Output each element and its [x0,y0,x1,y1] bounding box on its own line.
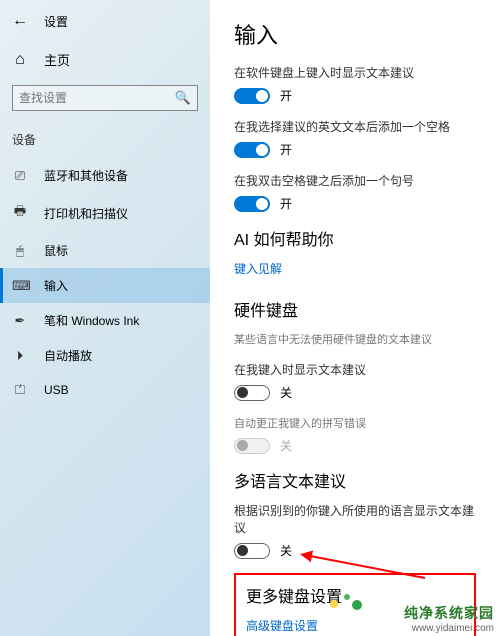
section-ai: AI 如何帮助你 [234,226,476,250]
setting-label: 在我双击空格键之后添加一个句号 [234,172,476,189]
home-icon: ⌂ [12,51,28,69]
back-button[interactable]: ← [12,12,28,30]
sidebar-item-label: 鼠标 [44,242,68,259]
setting-label: 在我选择建议的英文文本后添加一个空格 [234,118,476,135]
toggle-state-label: 开 [280,141,292,158]
toggle-period-doublespace[interactable] [234,196,270,212]
sidebar-item-label: 输入 [44,277,68,294]
setting-label: 在软件键盘上键入时显示文本建议 [234,64,476,81]
toggle-suggestions[interactable] [234,88,270,104]
link-advanced-keyboard[interactable]: 高级键盘设置 [246,617,318,634]
sidebar-item-mouse[interactable]: 🖱 鼠标 [0,233,210,268]
toggle-state-label: 开 [280,87,292,104]
sidebar-item-label: 自动播放 [44,347,92,364]
toggle-state-label: 开 [280,195,292,212]
sidebar-item-bluetooth[interactable]: ⎚ 蓝牙和其他设备 [0,158,210,193]
autoplay-icon: ⏵ [12,348,28,364]
setting-hw-autocorrect: 自动更正我键入的拼写错误 关 [234,415,476,454]
mouse-icon: 🖱 [12,243,28,259]
sidebar-item-label: 打印机和扫描仪 [44,205,128,222]
toggle-space-after[interactable] [234,142,270,158]
toggle-state-label: 关 [280,542,292,559]
setting-ml: 根据识别到的你键入所使用的语言显示文本建议 关 [234,502,476,559]
decorative-dots [330,592,370,612]
watermark: 纯净系统家园 www.yidaimei.com [404,603,494,634]
setting-label: 在我键入时显示文本建议 [234,361,476,378]
link-typing-insights[interactable]: 键入见解 [234,260,282,277]
search-icon: 🔍 [175,90,191,106]
toggle-hw-autocorrect [234,438,270,454]
search-input[interactable] [19,91,175,105]
bluetooth-icon: ⎚ [12,168,28,184]
settings-title: 设置 [44,13,68,30]
home-nav[interactable]: ⌂ 主页 [0,42,210,77]
sidebar-item-typing[interactable]: ⌨ 输入 [0,268,210,303]
usb-icon: ⏍ [12,382,28,398]
sidebar: ← 设置 ⌂ 主页 🔍 设备 ⎚ 蓝牙和其他设备 🖶 打印机和扫描仪 🖱 鼠标 … [0,0,210,636]
setting-space-after: 在我选择建议的英文文本后添加一个空格 开 [234,118,476,158]
sidebar-item-usb[interactable]: ⏍ USB [0,373,210,407]
watermark-url: www.yidaimei.com [404,623,494,634]
hw-note: 某些语言中无法使用硬件键盘的文本建议 [234,331,476,347]
toggle-state-label: 关 [280,384,292,401]
setting-label: 自动更正我键入的拼写错误 [234,415,476,431]
toggle-state-label: 关 [280,437,292,454]
sidebar-item-label: USB [44,383,69,397]
toggle-hw-suggestions[interactable] [234,385,270,401]
content-pane: 输入 在软件键盘上键入时显示文本建议 开 在我选择建议的英文文本后添加一个空格 … [210,0,500,636]
pen-icon: ✒ [12,313,28,329]
section-multilingual: 多语言文本建议 [234,468,476,492]
home-label: 主页 [44,50,70,69]
sidebar-item-pen[interactable]: ✒ 笔和 Windows Ink [0,303,210,338]
setting-suggestions: 在软件键盘上键入时显示文本建议 开 [234,64,476,104]
keyboard-icon: ⌨ [12,278,28,294]
printer-icon: 🖶 [12,202,28,224]
setting-hw-suggestions: 在我键入时显示文本建议 关 [234,361,476,401]
sidebar-item-label: 笔和 Windows Ink [44,312,139,329]
section-hardware-keyboard: 硬件键盘 [234,297,476,321]
section-header-devices: 设备 [0,125,210,154]
page-title: 输入 [234,18,476,50]
search-input-box[interactable]: 🔍 [12,85,198,111]
sidebar-item-autoplay[interactable]: ⏵ 自动播放 [0,338,210,373]
setting-period-doublespace: 在我双击空格键之后添加一个句号 开 [234,172,476,212]
sidebar-item-printers[interactable]: 🖶 打印机和扫描仪 [0,193,210,233]
toggle-ml[interactable] [234,543,270,559]
setting-label: 根据识别到的你键入所使用的语言显示文本建议 [234,502,476,536]
sidebar-item-label: 蓝牙和其他设备 [44,167,128,184]
